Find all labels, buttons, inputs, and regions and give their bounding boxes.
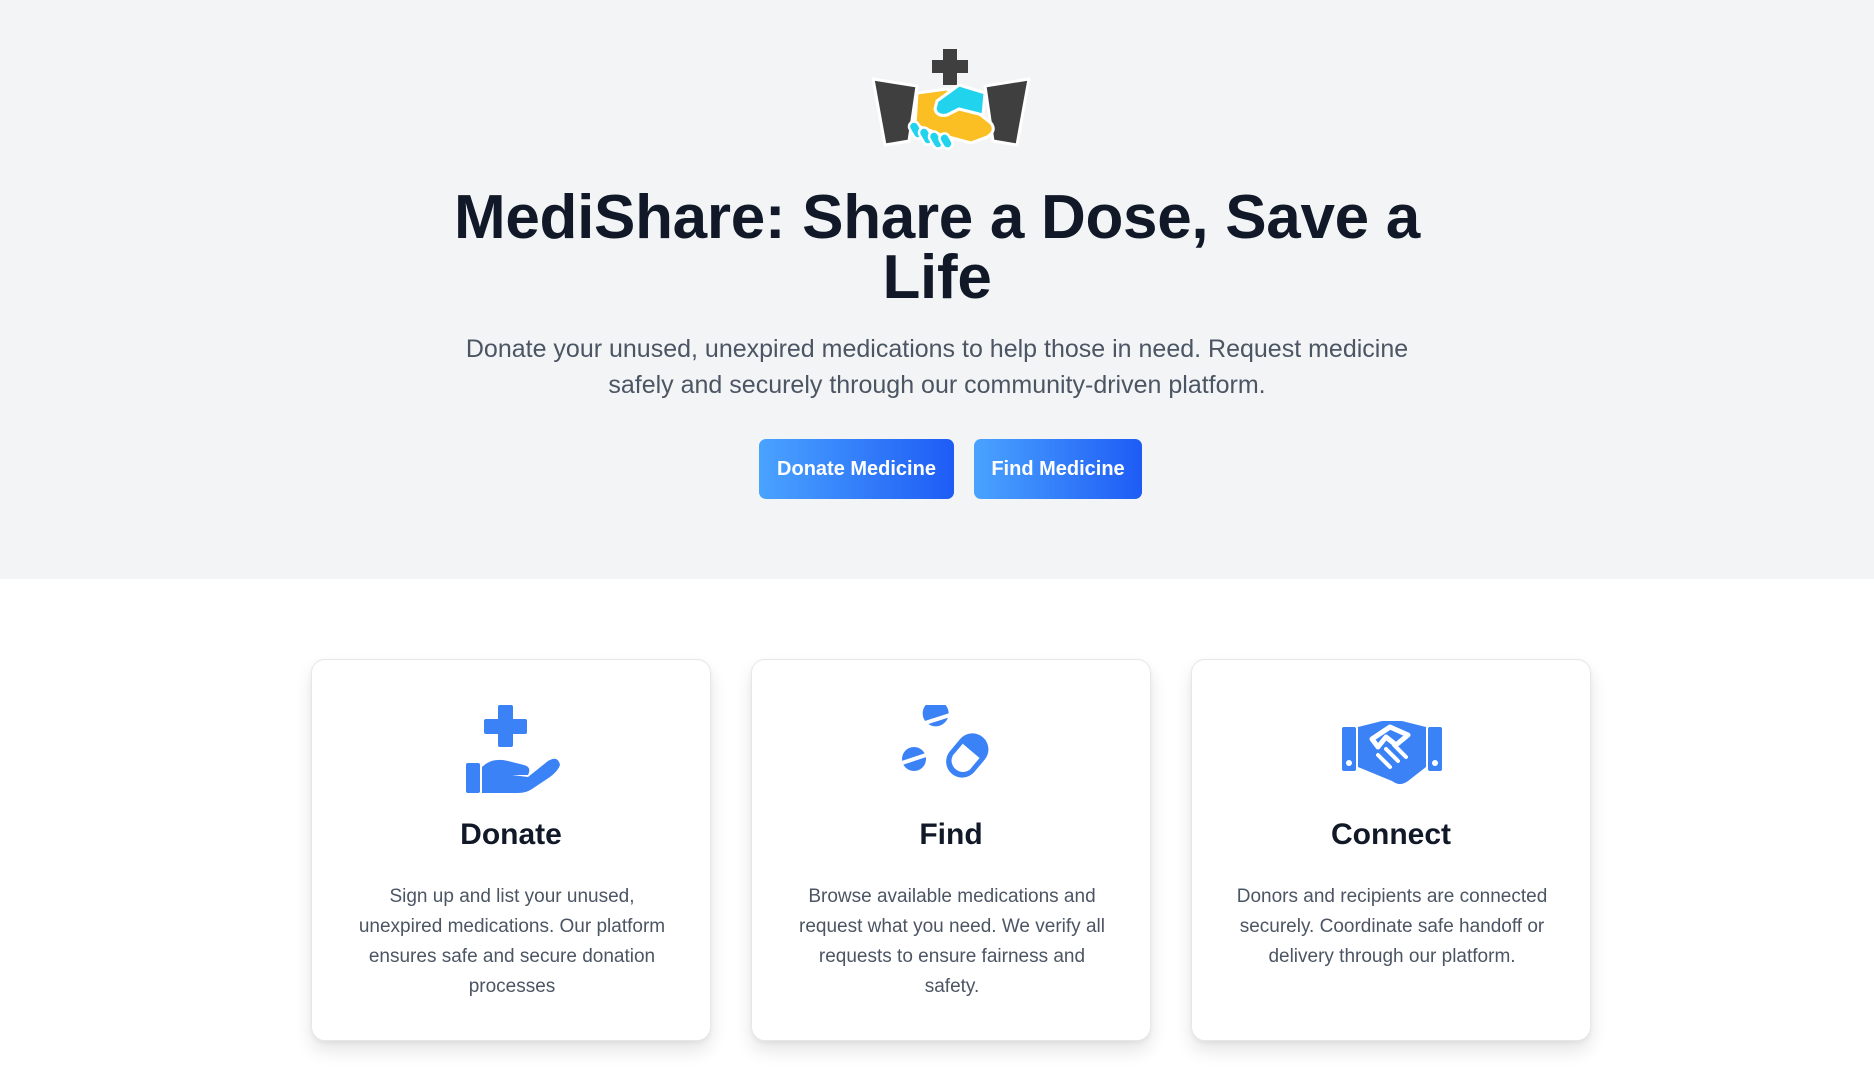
feature-description: Sign up and list your unused, unexpired …	[358, 886, 666, 997]
feature-card-find: Find Browse available medications and re…	[751, 659, 1151, 1041]
hand-holding-medical-icon	[466, 705, 560, 793]
feature-title: Connect	[1331, 818, 1451, 851]
feature-title: Donate	[460, 818, 562, 851]
feature-title: Find	[919, 818, 983, 851]
handshake-icon	[1342, 721, 1442, 784]
feature-card-connect: Connect Donors and recipients are connec…	[1191, 659, 1591, 1041]
page-title: MediShare: Share a Dose, Save a Life	[454, 183, 1420, 312]
feature-description: Browse available medications and request…	[799, 886, 1105, 997]
pills-icon	[902, 705, 989, 778]
feature-description: Donors and recipients are connected secu…	[1236, 886, 1548, 967]
medishare-logo-icon	[871, 49, 1031, 150]
feature-card-donate: Donate Sign up and list your unused, une…	[311, 659, 711, 1041]
hero-section: MediShare: Share a Dose, Save a Life Don…	[0, 0, 1874, 579]
hero-subtitle: Donate your unused, unexpired medication…	[465, 335, 1409, 399]
find-medicine-button[interactable]: Find Medicine	[974, 439, 1142, 499]
donate-medicine-button[interactable]: Donate Medicine	[759, 439, 954, 499]
